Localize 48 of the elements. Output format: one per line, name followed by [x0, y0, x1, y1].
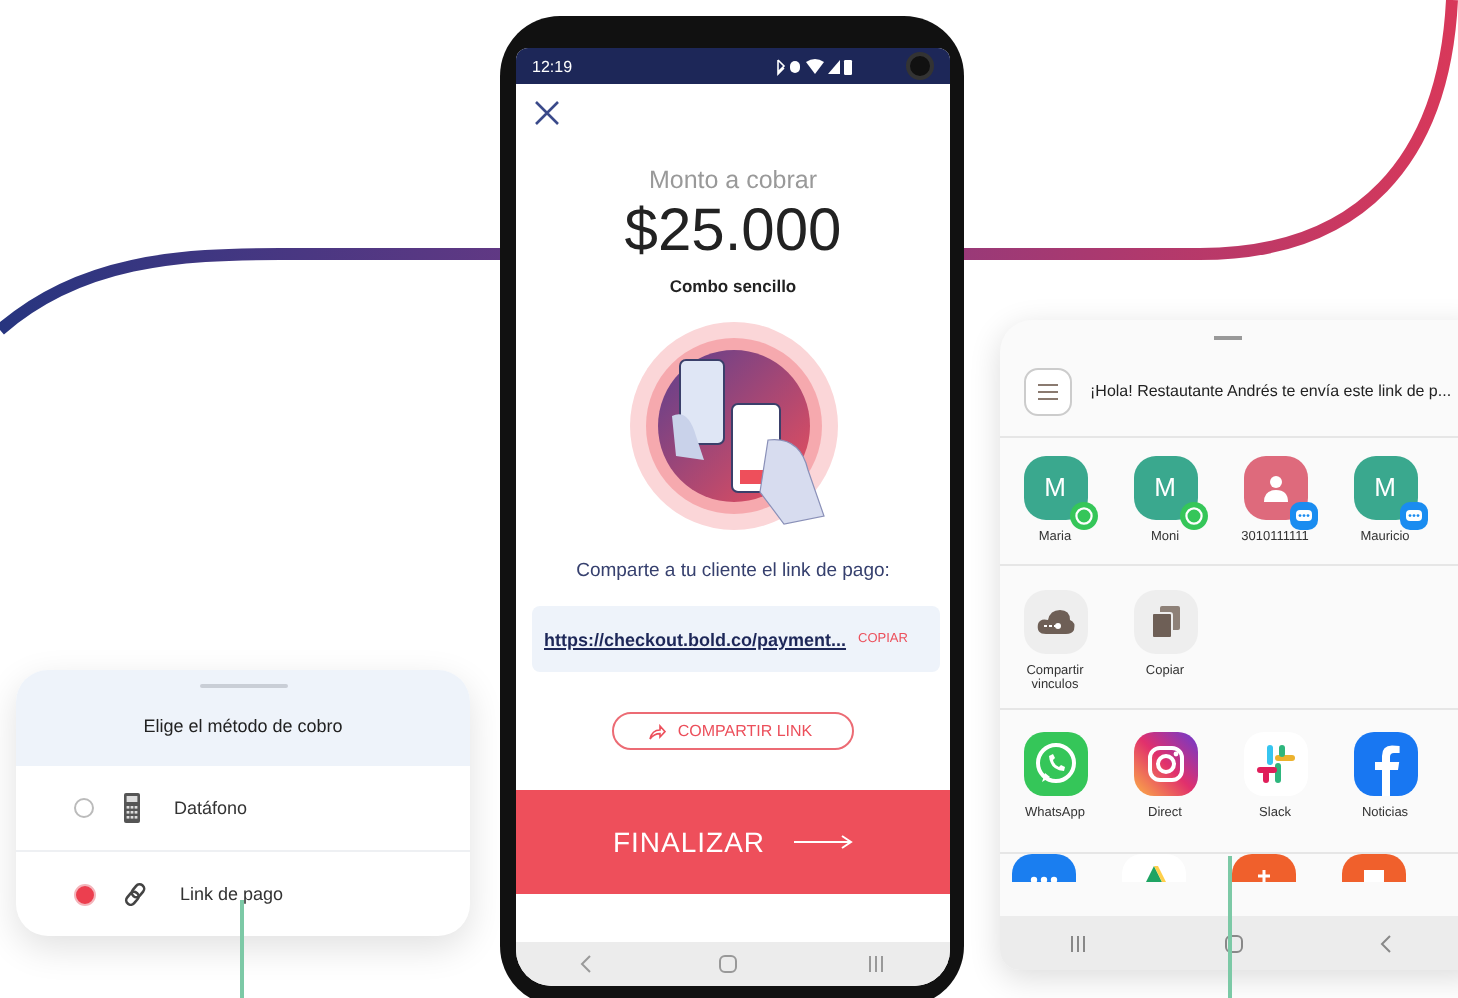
home-icon[interactable]: [718, 954, 739, 974]
whatsapp-badge-icon: [1179, 501, 1207, 529]
recent-apps-icon[interactable]: [866, 954, 887, 974]
card-terminal-icon: [122, 792, 142, 824]
whatsapp-icon: [1023, 731, 1087, 795]
option-label: Link de pago: [180, 884, 284, 904]
option-label: Datáfono: [174, 798, 248, 818]
cloud-icon: [1035, 607, 1075, 635]
share-prompt: Comparte a tu cliente el link de pago:: [574, 560, 892, 582]
home-icon[interactable]: [1224, 933, 1244, 953]
recent-apps-icon[interactable]: [1068, 933, 1088, 953]
share-message: ¡Hola! Restautante Andrés te envía este link de p...: [1090, 382, 1452, 400]
status-time: 12:19: [532, 57, 573, 75]
facebook-icon: [1353, 731, 1417, 795]
card-title: Elige el método de cobro: [143, 716, 343, 736]
method-option[interactable]: Datáfono: [16, 766, 470, 852]
person-icon: [1261, 473, 1289, 501]
camera-hole: [906, 52, 934, 80]
message-badge-icon: [1399, 501, 1427, 529]
amount-description: Combo sencillo: [667, 276, 799, 296]
amount-label: Monto a cobrar: [646, 166, 820, 194]
link-icon: [124, 882, 148, 906]
close-icon[interactable]: [534, 100, 560, 126]
drag-handle: [1214, 336, 1242, 339]
drag-handle: [199, 684, 287, 688]
status-icons: [774, 57, 854, 75]
whatsapp-badge-icon: [1069, 501, 1097, 529]
amount-value: $25.000: [622, 198, 844, 266]
copy-icon: [1151, 605, 1179, 637]
method-option[interactable]: Link de pago: [16, 852, 470, 936]
back-icon[interactable]: [1380, 933, 1392, 953]
leader-line: [1228, 856, 1232, 998]
menu-lines-icon: [1038, 383, 1058, 399]
back-icon[interactable]: [579, 954, 592, 974]
chat-app-icon: [1012, 853, 1076, 881]
app-icon: [1232, 853, 1296, 881]
drive-app-icon: [1122, 853, 1186, 881]
radio-button[interactable]: [74, 798, 94, 818]
leader-line: [240, 900, 244, 998]
share-link-button[interactable]: COMPARTIR LINK: [611, 712, 855, 750]
payment-link[interactable]: https://checkout.bold.co/payment...: [544, 629, 847, 649]
radio-button[interactable]: [74, 883, 96, 905]
share-arrow-icon: [647, 723, 666, 739]
camera-icon: [1133, 731, 1197, 795]
message-badge-icon: [1289, 501, 1317, 529]
arrow-right-icon: [793, 834, 854, 850]
app-icon: [1342, 853, 1406, 881]
finish-button[interactable]: FINALIZAR: [516, 790, 950, 894]
